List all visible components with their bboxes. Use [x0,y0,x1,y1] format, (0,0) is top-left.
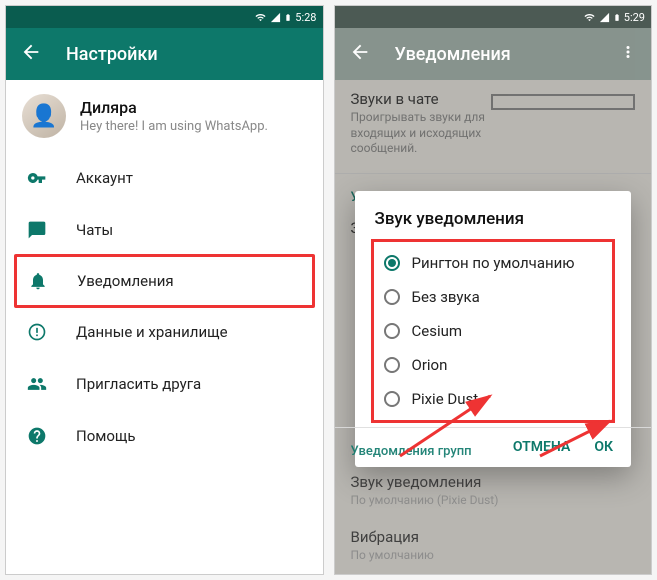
status-time: 5:28 [295,11,316,24]
wifi-icon [254,12,267,23]
profile-row[interactable]: 👤 Диляра Hey there! I am using WhatsApp. [6,80,323,152]
dialog-title: Звук уведомления [355,209,632,239]
menu-chats[interactable]: Чаты [6,204,323,256]
radio-option-orion[interactable]: Orion [378,348,609,382]
setting-row: Звук уведомления По умолчанию (Pixie Dus… [335,463,652,519]
signal-icon [599,12,610,23]
avatar: 👤 [22,94,66,138]
status-bar: 5:29 [335,6,652,28]
radio-icon [384,357,400,373]
radio-label: Cesium [412,322,463,340]
wifi-icon [583,12,596,23]
menu-account[interactable]: Аккаунт [6,152,323,204]
profile-name: Диляра [80,98,268,117]
bell-icon [27,271,49,291]
menu-invite[interactable]: Пригласить друга [6,358,323,410]
radio-icon [384,289,400,305]
people-icon [26,374,48,394]
app-bar-title: Настройки [66,44,158,65]
setting-row: Вибрация По умолчанию [335,518,652,574]
more-icon [619,43,637,66]
back-icon[interactable] [20,41,42,68]
app-bar: Настройки [6,28,323,80]
data-icon [26,322,48,342]
radio-icon [384,323,400,339]
menu-label: Уведомления [77,272,174,290]
key-icon [26,168,48,188]
row-subtitle: По умолчанию (Pixie Dust) [351,493,636,509]
app-bar-title: Уведомления [395,44,511,65]
radio-option-none[interactable]: Без звука [378,280,609,314]
divider [335,427,652,428]
signal-icon [270,12,281,23]
status-time: 5:29 [624,11,645,24]
menu-label: Чаты [76,221,113,239]
battery-icon [613,11,621,24]
row-subtitle: По умолчанию [351,548,636,564]
radio-label: Orion [412,356,448,374]
row-title: Вибрация [351,528,636,546]
background-settings-bottom: Уведомления групп Звук уведомления По ум… [335,421,652,574]
radio-label: Pixie Dust [412,390,479,408]
phone-left: 5:28 Настройки 👤 Диляра Hey there! I am … [5,5,324,575]
radio-group-highlight: Рингтон по умолчанию Без звука Cesium Or… [371,239,616,423]
radio-label: Рингтон по умолчанию [412,254,575,272]
profile-status: Hey there! I am using WhatsApp. [80,119,268,134]
radio-option-cesium[interactable]: Cesium [378,314,609,348]
menu-label: Данные и хранилище [76,323,228,341]
phone-right: 5:29 Уведомления Звуки в чате Проигрыват… [334,5,653,575]
radio-option-default[interactable]: Рингтон по умолчанию [378,246,609,280]
chat-icon [26,220,48,240]
group-header: Уведомления групп [335,434,652,463]
app-bar: Уведомления [335,28,652,80]
radio-label: Без звука [412,288,480,306]
radio-option-pixie[interactable]: Pixie Dust [378,382,609,416]
menu-label: Помощь [76,427,136,445]
row-title: Звук уведомления [351,473,636,491]
radio-icon [384,255,400,271]
menu-data[interactable]: Данные и хранилище [6,306,323,358]
menu-help[interactable]: Помощь [6,410,323,462]
radio-icon [384,391,400,407]
menu-label: Пригласить друга [76,375,201,393]
menu-label: Аккаунт [76,169,133,187]
back-icon [349,41,371,68]
status-bar: 5:28 [6,6,323,28]
help-icon [26,426,48,446]
battery-icon [284,11,292,24]
menu-notifications[interactable]: Уведомления [14,254,315,308]
